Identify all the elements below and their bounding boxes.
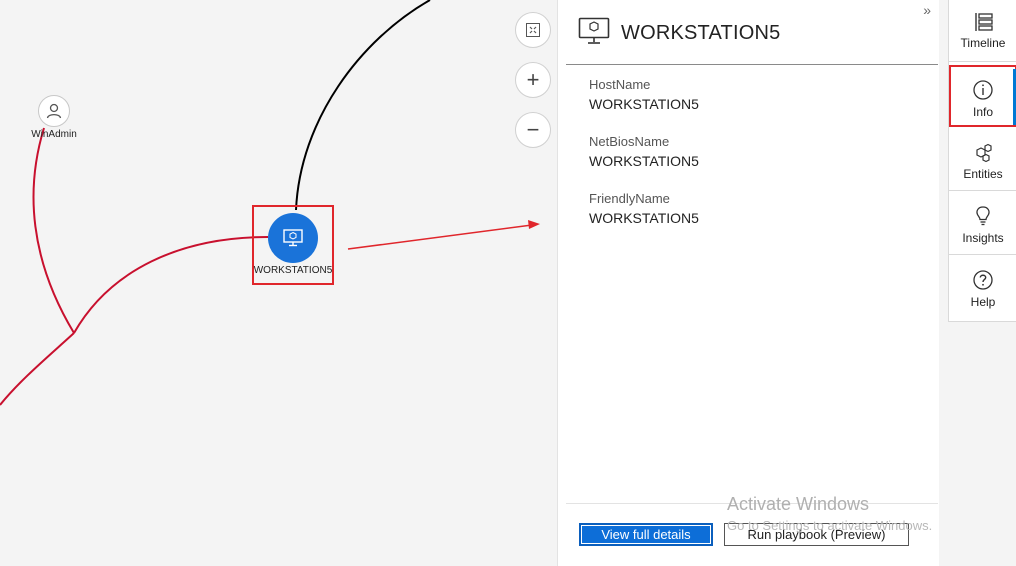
node-workstation[interactable] (268, 213, 318, 263)
lightbulb-icon (976, 206, 990, 226)
rail-item-label: Insights (962, 231, 1004, 245)
property-value: WORKSTATION5 (589, 96, 699, 112)
edge-winadmin (32, 127, 75, 334)
property-friendlyname: FriendlyName WORKSTATION5 (589, 191, 699, 226)
node-workstation-label: WORKSTATION5 (253, 265, 333, 276)
zoom-in-button[interactable]: + (515, 62, 551, 98)
panel-title: WORKSTATION5 (621, 22, 781, 44)
activate-windows-subtext: Go to Settings to activate Windows. (727, 518, 933, 533)
rail-item-label: Info (972, 105, 993, 119)
property-value: WORKSTATION5 (589, 210, 699, 226)
entities-icon (976, 143, 992, 163)
entity-info-panel: » WORKSTATION5 HostName WORKSTATION5 Net… (557, 0, 939, 566)
rail-item-label: Help (970, 295, 996, 309)
info-icon (973, 80, 993, 100)
right-rail: Timeline Info Entities Insights Help (948, 0, 1016, 322)
timeline-icon (975, 13, 993, 31)
user-icon (46, 103, 62, 119)
view-full-details-button[interactable]: View full details (579, 523, 713, 546)
fit-to-screen-icon (526, 23, 540, 37)
annotation-arrow (347, 224, 533, 250)
property-value: WORKSTATION5 (589, 153, 699, 169)
annotation-arrow-head (528, 220, 540, 229)
rail-item-entities[interactable]: Entities (949, 129, 1016, 191)
edge-workstation-up (295, 0, 431, 211)
help-icon (973, 270, 993, 290)
property-label: FriendlyName (589, 191, 670, 206)
property-hostname: HostName WORKSTATION5 (589, 77, 699, 112)
property-label: NetBiosName (589, 134, 670, 149)
monitor-icon (283, 229, 303, 247)
minus-icon: − (526, 117, 540, 142)
rail-item-insights[interactable]: Insights (949, 193, 1016, 255)
rail-item-timeline[interactable]: Timeline (949, 0, 1016, 62)
property-netbiosname: NetBiosName WORKSTATION5 (589, 134, 699, 169)
zoom-out-button[interactable]: − (515, 112, 551, 148)
edge-workstation-left (73, 236, 269, 334)
property-label: HostName (589, 77, 651, 92)
rail-item-info[interactable]: Info (949, 65, 1016, 127)
rail-item-label: Entities (963, 167, 1003, 181)
edge-down-left (0, 332, 75, 406)
node-winadmin[interactable] (38, 95, 70, 127)
rail-item-help[interactable]: Help (949, 257, 1016, 319)
zoom-fit-button[interactable] (515, 12, 551, 48)
plus-icon: + (526, 67, 540, 92)
investigation-graph[interactable]: WinAdmin WORKSTATION5 + − (0, 0, 557, 566)
node-winadmin-label: WinAdmin (31, 129, 77, 140)
monitor-icon (578, 17, 610, 44)
activate-windows-watermark: Activate Windows (727, 494, 870, 514)
panel-header: WORKSTATION5 (566, 0, 938, 65)
rail-item-label: Timeline (960, 36, 1006, 50)
